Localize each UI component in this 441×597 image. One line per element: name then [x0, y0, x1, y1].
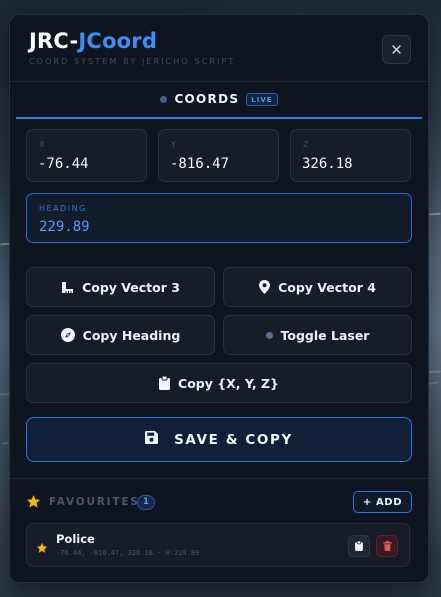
copy-xyz-label: Copy {X, Y, Z}: [178, 375, 279, 391]
tab-coords-label: COORDS: [174, 92, 240, 106]
coord-y-field: Y -816.47: [158, 129, 279, 182]
save-icon: [145, 431, 159, 448]
heading-value: 229.89: [39, 219, 90, 235]
copy-vector4-label: Copy Vector 4: [278, 279, 376, 295]
toggle-laser-button[interactable]: Toggle Laser: [223, 315, 412, 355]
app-subtitle: COORD SYSTEM BY JERICHO SCRIPT: [29, 57, 236, 66]
app-title-accent: JCoord: [78, 29, 158, 53]
laser-dot-icon: [265, 331, 273, 339]
favourites-count-badge: 1: [137, 495, 155, 510]
close-button[interactable]: ✕: [382, 35, 411, 64]
favourite-name: Police: [56, 532, 95, 546]
copy-vector4-button[interactable]: Copy Vector 4: [223, 267, 412, 307]
copy-heading-label: Copy Heading: [82, 327, 181, 343]
save-copy-label: SAVE & COPY: [174, 431, 293, 448]
coord-x-value: -76.44: [38, 156, 89, 172]
map-pin-icon: [259, 280, 271, 294]
clipboard-icon: [355, 541, 363, 551]
coord-x-label: X: [39, 140, 46, 149]
favourite-coords: -76.44, -816.47, 326.18 · H:229.89: [56, 549, 200, 557]
coord-z-label: Z: [303, 140, 310, 149]
clipboard-icon: [159, 376, 171, 390]
favourites-header: FAVOURITES 1 + ADD: [26, 491, 412, 515]
coord-x-field: X -76.44: [26, 129, 147, 182]
delete-favourite-button[interactable]: [376, 535, 398, 557]
close-icon: ✕: [390, 40, 403, 59]
favourite-item[interactable]: Police -76.44, -816.47, 326.18 · H:229.8…: [26, 523, 410, 567]
tab-bar: COORDS LIVE: [16, 81, 422, 119]
heading-label: HEADING: [39, 204, 87, 213]
toggle-laser-label: Toggle Laser: [280, 327, 370, 343]
coord-z-field: Z 326.18: [290, 129, 411, 182]
coord-z-value: 326.18: [302, 156, 353, 172]
star-icon: [36, 539, 48, 558]
copy-favourite-button[interactable]: [348, 535, 370, 557]
compass-icon: [60, 328, 75, 342]
favourites-title: FAVOURITES: [49, 496, 140, 508]
trash-icon: [382, 541, 392, 551]
app-title: JRC-JCoord: [29, 29, 157, 53]
live-badge: LIVE: [246, 92, 278, 106]
copy-xyz-button[interactable]: Copy {X, Y, Z}: [26, 363, 412, 403]
coord-panel: JRC-JCoord COORD SYSTEM BY JERICHO SCRIP…: [9, 14, 429, 583]
save-copy-button[interactable]: SAVE & COPY: [26, 417, 412, 462]
copy-vector3-button[interactable]: Copy Vector 3: [26, 267, 215, 307]
app-title-prefix: JRC-: [29, 29, 79, 53]
tab-coords[interactable]: COORDS LIVE: [16, 81, 422, 117]
copy-heading-button[interactable]: Copy Heading: [26, 315, 215, 355]
star-icon: [26, 494, 41, 513]
add-favourite-button[interactable]: + ADD: [353, 491, 412, 513]
tab-status-dot-icon: [160, 95, 168, 103]
copy-vector3-label: Copy Vector 3: [82, 279, 180, 295]
coord-y-value: -816.47: [170, 156, 230, 172]
heading-field[interactable]: HEADING 229.89: [26, 193, 412, 243]
ruler-icon: [61, 281, 74, 294]
section-divider: [10, 478, 428, 479]
coord-y-label: Y: [171, 140, 177, 149]
panel-header: JRC-JCoord COORD SYSTEM BY JERICHO SCRIP…: [10, 15, 428, 82]
